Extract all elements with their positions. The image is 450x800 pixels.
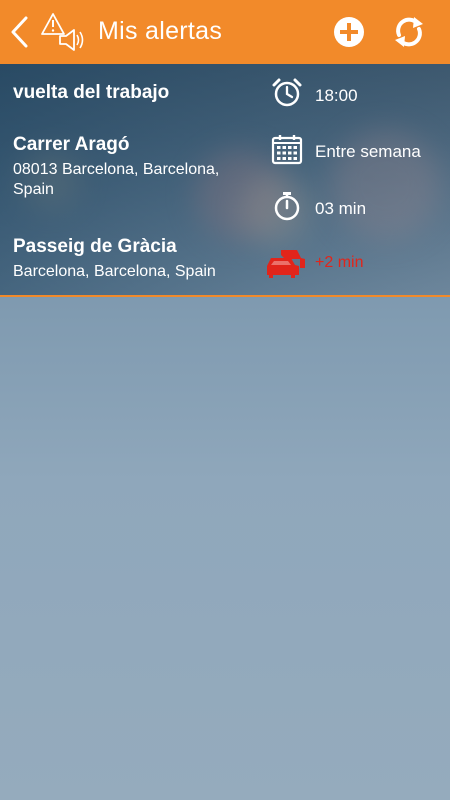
traffic-delay: +2 min [315,254,364,271]
app-header: Mis alertas [0,0,450,64]
alert-time: 18:00 [315,86,358,105]
alert-days: Entre semana [315,142,421,161]
page-title: Mis alertas [98,17,223,45]
alert-name: vuelta del trabajo [13,82,170,103]
back-arrow-icon[interactable] [8,14,32,50]
refresh-icon[interactable] [392,15,426,49]
destination-name: Passeig de Gràcia [13,236,177,257]
alarm-clock-icon [272,78,302,107]
destination-address: Barcelona, Barcelona, Spain [13,263,216,280]
traffic-cars-icon [267,250,305,278]
alert-duration: 03 min [315,199,367,218]
stopwatch-icon [274,192,300,221]
origin-name: Carrer Aragó [13,134,130,155]
origin-address-line2: Spain [13,181,54,198]
alert-card[interactable]: vuelta del trabajo Carrer Aragó 08013 Ba… [0,64,450,297]
calendar-icon [271,135,303,165]
traffic-alert-logo-icon [41,13,84,51]
origin-address-line1: 08013 Barcelona, Barcelona, [13,161,220,178]
add-icon[interactable] [333,16,365,48]
